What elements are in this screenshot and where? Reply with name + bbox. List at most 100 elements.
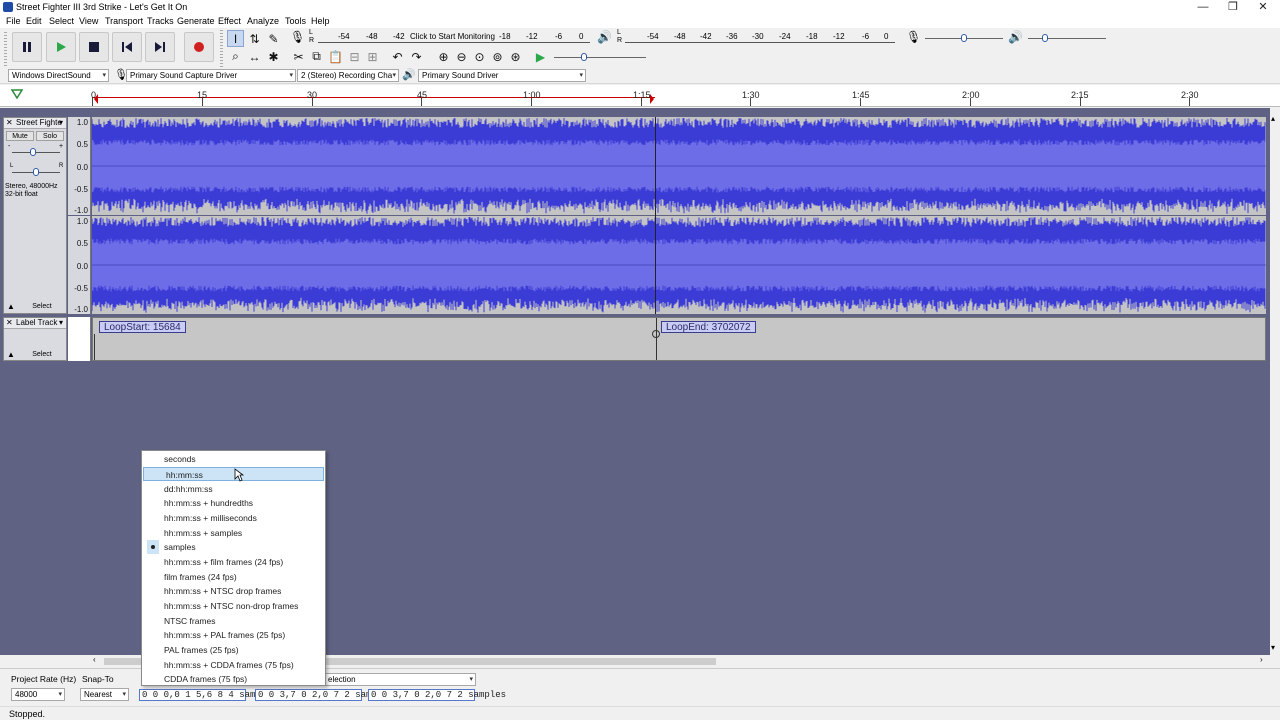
audio-host-select[interactable]: Windows DirectSound ▾ — [8, 69, 109, 82]
menu-analyze[interactable]: Analyze — [247, 16, 279, 26]
scroll-down-icon[interactable]: ▾ — [1271, 643, 1275, 652]
play-speed-slider[interactable] — [554, 57, 646, 58]
format-option[interactable]: dd:hh:mm:ss — [142, 482, 325, 496]
loop-region-bar[interactable] — [92, 97, 655, 98]
format-option[interactable]: NTSC frames — [142, 614, 325, 628]
snap-to-select[interactable]: Nearest ▾ — [80, 688, 129, 701]
silence-icon[interactable]: ⊞ — [364, 48, 381, 65]
menu-generate[interactable]: Generate — [177, 16, 215, 26]
label-track-name-menu[interactable]: Label Track — [16, 318, 57, 328]
project-rate-select[interactable]: 48000 ▾ — [11, 688, 65, 701]
menu-edit[interactable]: Edit — [26, 16, 42, 26]
format-option[interactable]: seconds — [142, 452, 325, 466]
slider-thumb[interactable] — [581, 53, 587, 61]
menu-view[interactable]: View — [79, 16, 98, 26]
collapse-icon[interactable]: ▲ — [7, 350, 15, 359]
waveform-right-channel[interactable] — [92, 216, 1266, 314]
label-handle[interactable] — [652, 330, 660, 338]
vertical-scrollbar[interactable]: ▴ ▾ — [1270, 114, 1280, 655]
menu-tools[interactable]: Tools — [285, 16, 306, 26]
selection-start-time[interactable]: 0 0 0,0 1 5,6 8 4 samples — [139, 689, 277, 701]
close-button[interactable]: ✕ — [1248, 0, 1278, 15]
zoom-tool-icon[interactable]: ⌕ — [227, 48, 244, 65]
maximize-button[interactable]: ❐ — [1218, 0, 1248, 15]
skip-end-button[interactable] — [145, 32, 175, 62]
track-name-menu[interactable]: Street Fighte — [16, 118, 62, 128]
format-option[interactable]: hh:mm:ss + milliseconds — [142, 511, 325, 525]
vertical-ruler-left-channel[interactable]: 1.0 0.5 0.0 -0.5 -1.0 — [68, 117, 91, 215]
format-option-selected[interactable]: samples — [142, 540, 325, 554]
record-button[interactable] — [184, 32, 214, 62]
timeline-options-icon[interactable] — [11, 88, 23, 100]
format-option[interactable]: CDDA frames (75 fps) — [142, 672, 325, 686]
record-meter[interactable]: -54 -48 -42 Click to Start Monitoring -1… — [318, 31, 590, 43]
mute-button[interactable]: Mute — [6, 131, 34, 141]
undo-icon[interactable]: ↶ — [389, 48, 406, 65]
recording-channels-select[interactable]: 2 (Stereo) Recording Cha ▾ — [297, 69, 399, 82]
fit-project-icon[interactable]: ⊚ — [489, 48, 506, 65]
playback-volume-slider[interactable] — [1028, 38, 1106, 39]
playback-device-select[interactable]: Primary Sound Driver ▾ — [418, 69, 586, 82]
waveform-left-channel[interactable] — [92, 117, 1266, 215]
timeshift-tool-icon[interactable]: ↔ — [246, 48, 263, 65]
multi-tool-icon[interactable]: ✱ — [265, 48, 282, 65]
format-option[interactable]: hh:mm:ss + film frames (24 fps) — [142, 555, 325, 569]
toolbar-grip[interactable] — [220, 30, 223, 68]
toolbar-grip[interactable] — [4, 32, 7, 68]
slider-thumb[interactable] — [961, 34, 967, 42]
menu-tracks[interactable]: Tracks — [147, 16, 174, 26]
format-option[interactable]: hh:mm:ss + NTSC non-drop frames — [142, 599, 325, 613]
solo-button[interactable]: Solo — [36, 131, 64, 141]
menu-file[interactable]: File — [6, 16, 21, 26]
redo-icon[interactable]: ↷ — [408, 48, 425, 65]
track-select-button[interactable]: Select — [20, 302, 64, 312]
loop-end-marker-icon[interactable] — [650, 91, 658, 105]
format-option[interactable]: hh:mm:ss + NTSC drop frames — [142, 584, 325, 598]
scroll-left-icon[interactable]: ‹ — [93, 655, 96, 664]
menu-effect[interactable]: Effect — [218, 16, 241, 26]
selection-length-time[interactable]: 0 0 3,7 0 2,0 7 2 samples — [368, 689, 506, 701]
trim-icon[interactable]: ⊟ — [346, 48, 363, 65]
close-icon[interactable]: ✕ — [6, 118, 13, 128]
speaker-icon[interactable]: 🔊 — [597, 30, 613, 46]
slider-thumb[interactable] — [1042, 34, 1048, 42]
click-to-start-monitoring[interactable]: Click to Start Monitoring — [410, 32, 495, 41]
zoom-toggle-icon[interactable]: ⊛ — [507, 48, 524, 65]
stop-button[interactable] — [79, 32, 109, 62]
timeline-ruler[interactable]: 0 15 30 45 1:00 1:15 1:30 1:45 2:00 2:15… — [0, 85, 1280, 107]
label-loop-start[interactable]: LoopStart: 15684 — [99, 321, 186, 333]
chevron-down-icon[interactable]: ▾ — [59, 118, 63, 128]
chevron-down-icon[interactable]: ▾ — [59, 318, 63, 328]
play-at-speed-icon[interactable]: ▶ — [532, 48, 549, 65]
selection-end-time[interactable]: 0 0 3,7 0 2,0 7 2 samples — [255, 689, 393, 701]
gain-slider[interactable] — [12, 152, 60, 153]
fit-selection-icon[interactable]: ⊙ — [471, 48, 488, 65]
envelope-tool-icon[interactable]: ⇅ — [246, 30, 263, 47]
label-loop-end[interactable]: LoopEnd: 3702072 — [661, 321, 756, 333]
vertical-ruler-right-channel[interactable]: 1.0 0.5 0.0 -0.5 -1.0 — [68, 216, 91, 314]
close-icon[interactable]: ✕ — [6, 318, 13, 328]
menu-help[interactable]: Help — [311, 16, 330, 26]
playback-meter[interactable]: -54 -48 -42 -36 -30 -24 -18 -12 -6 0 — [625, 31, 895, 43]
collapse-icon[interactable]: ▲ — [7, 302, 15, 311]
minimize-button[interactable]: — — [1188, 0, 1218, 15]
slider-thumb[interactable] — [30, 148, 36, 156]
format-option[interactable]: hh:mm:ss + samples — [142, 526, 325, 540]
zoom-out-icon[interactable]: ⊖ — [453, 48, 470, 65]
scroll-up-icon[interactable]: ▴ — [1271, 114, 1275, 123]
menu-select[interactable]: Select — [49, 16, 74, 26]
scroll-right-icon[interactable]: › — [1260, 655, 1263, 664]
cut-icon[interactable]: ✂ — [290, 48, 307, 65]
menu-transport[interactable]: Transport — [105, 16, 143, 26]
skip-start-button[interactable] — [112, 32, 142, 62]
track-header[interactable]: ✕ Street Fighte ▾ — [4, 118, 66, 129]
label-track-header[interactable]: ✕ Label Track ▾ — [4, 318, 66, 329]
recording-device-select[interactable]: Primary Sound Capture Driver ▾ — [126, 69, 296, 82]
pause-button[interactable] — [12, 32, 42, 62]
label-track[interactable]: LoopStart: 15684 LoopEnd: 3702072 — [92, 317, 1266, 361]
paste-icon[interactable]: 📋 — [327, 48, 344, 65]
selection-mode-select[interactable]: election ▾ — [324, 673, 476, 686]
format-option[interactable]: PAL frames (25 fps) — [142, 643, 325, 657]
format-option[interactable]: hh:mm:ss + CDDA frames (75 fps) — [142, 658, 325, 672]
slider-thumb[interactable] — [33, 168, 39, 176]
